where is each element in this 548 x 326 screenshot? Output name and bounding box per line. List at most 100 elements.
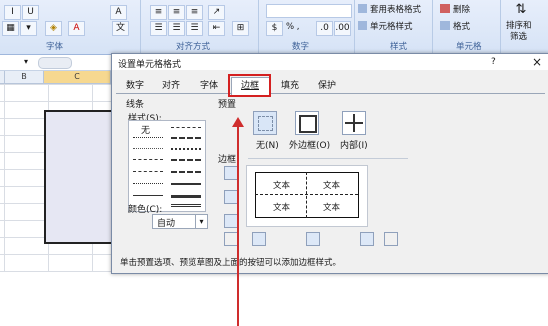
color-combo[interactable]: 自动 ▾ bbox=[152, 214, 208, 229]
group-font-label: 字体 bbox=[46, 42, 64, 52]
increase-decimal-icon[interactable]: .0 bbox=[316, 21, 333, 36]
border-center-button[interactable] bbox=[306, 232, 320, 246]
annotation-arrow-head bbox=[232, 117, 244, 127]
name-box-dropdown-icon[interactable]: ▾ bbox=[24, 57, 28, 66]
line-style-option[interactable] bbox=[171, 159, 201, 161]
align-bottom-icon[interactable]: ≡ bbox=[186, 5, 203, 20]
tab-number[interactable]: 数字 bbox=[120, 79, 150, 93]
border-middle-button[interactable] bbox=[224, 190, 238, 204]
preset-section-label: 预置 bbox=[218, 100, 237, 110]
align-top-icon[interactable]: ≡ bbox=[150, 5, 167, 20]
formula-bar-divider[interactable] bbox=[38, 57, 72, 69]
line-style-option[interactable] bbox=[171, 204, 201, 207]
underline-button[interactable]: U bbox=[22, 5, 39, 20]
italic-button[interactable]: I bbox=[4, 5, 21, 20]
ribbon-separator bbox=[500, 0, 501, 54]
cell-style-button[interactable]: 单元格样式 bbox=[370, 20, 413, 32]
format-button[interactable]: 格式 bbox=[453, 20, 470, 32]
fill-color-icon[interactable]: ◈ bbox=[45, 21, 62, 36]
group-number-label: 数字 bbox=[292, 42, 310, 52]
cell-style-icon bbox=[358, 21, 367, 30]
annotation-arrow bbox=[237, 126, 239, 326]
dropdown-arrow-icon[interactable]: ▾ bbox=[195, 215, 207, 228]
border-right-button[interactable] bbox=[360, 232, 374, 246]
preview-text: 文本 bbox=[273, 203, 291, 213]
number-symbols[interactable]: % , bbox=[286, 22, 299, 32]
line-style-option[interactable] bbox=[133, 148, 163, 149]
number-format-combo[interactable] bbox=[266, 4, 352, 18]
border-bottom-button[interactable] bbox=[224, 214, 238, 228]
preset-inside-button[interactable] bbox=[342, 111, 366, 135]
font-color-icon[interactable]: A bbox=[68, 21, 85, 36]
tab-fill[interactable]: 填充 bbox=[275, 79, 305, 93]
line-style-option[interactable] bbox=[171, 148, 201, 150]
orientation-icon[interactable]: ↗ bbox=[208, 5, 225, 20]
line-style-none[interactable]: 无 bbox=[141, 123, 150, 136]
delete-button[interactable]: 删除 bbox=[453, 3, 470, 15]
preview-text: 文本 bbox=[323, 203, 341, 213]
line-style-option[interactable] bbox=[133, 171, 163, 172]
dialog-title: 设置单元格格式 bbox=[118, 60, 182, 70]
line-style-option[interactable] bbox=[171, 195, 201, 198]
sort-filter-label-2[interactable]: 筛选 bbox=[510, 30, 527, 42]
hint-text: 单击预置选项、预览草图及上面的按钮可以添加边框样式。 bbox=[120, 258, 342, 268]
preset-inside-icon bbox=[345, 122, 363, 124]
align-left-icon[interactable]: ☰ bbox=[150, 21, 167, 36]
dialog-titlebar: 设置单元格格式 ? × bbox=[112, 54, 548, 70]
group-cells-label: 单元格 bbox=[456, 42, 482, 52]
group-align-label: 对齐方式 bbox=[176, 42, 211, 52]
indent-icon[interactable]: ⇤ bbox=[208, 21, 225, 36]
help-icon[interactable]: ? bbox=[491, 57, 496, 67]
phonetic-icon[interactable]: 文 bbox=[112, 21, 129, 36]
border-dropdown-icon[interactable]: ▾ bbox=[20, 21, 37, 36]
align-right-icon[interactable]: ☰ bbox=[186, 21, 203, 36]
decrease-decimal-icon[interactable]: .00 bbox=[334, 21, 351, 36]
preview-inner-horizontal bbox=[255, 194, 358, 195]
preset-none-icon bbox=[258, 116, 273, 131]
line-style-option[interactable] bbox=[133, 195, 163, 196]
line-section-label: 线条 bbox=[126, 100, 145, 110]
border-preview[interactable]: 文本 文本 文本 文本 bbox=[246, 165, 368, 227]
align-center-icon[interactable]: ☰ bbox=[168, 21, 185, 36]
ribbon-separator bbox=[140, 0, 141, 54]
tab-strip-line bbox=[116, 93, 545, 94]
merge-center-icon[interactable]: ⊞ bbox=[232, 21, 249, 36]
format-cells-dialog: 设置单元格格式 ? × 数字 对齐 字体 边框 填充 保护 线条 样式(S): … bbox=[111, 53, 548, 326]
preview-text: 文本 bbox=[323, 181, 341, 191]
line-style-option[interactable] bbox=[133, 159, 163, 160]
border-diagonal-up-button[interactable] bbox=[224, 232, 238, 246]
currency-icon[interactable]: $ bbox=[266, 21, 283, 36]
decrease-font-icon[interactable]: A bbox=[110, 5, 127, 20]
close-icon[interactable]: × bbox=[532, 55, 542, 69]
line-style-option[interactable] bbox=[171, 183, 201, 185]
table-format-button[interactable]: 套用表格格式 bbox=[370, 3, 421, 15]
format-icon bbox=[440, 21, 450, 30]
tab-alignment[interactable]: 对齐 bbox=[156, 79, 186, 93]
border-left-button[interactable] bbox=[252, 232, 266, 246]
line-style-option[interactable] bbox=[171, 171, 201, 173]
line-style-option[interactable] bbox=[133, 183, 163, 184]
sort-filter-icon[interactable]: ⇅ bbox=[512, 2, 530, 18]
align-middle-icon[interactable]: ≡ bbox=[168, 5, 185, 20]
border-section-label: 边框 bbox=[218, 155, 237, 165]
preset-outline-label: 外边框(O) bbox=[289, 141, 331, 151]
preset-inside-label: 内部(I) bbox=[340, 141, 368, 151]
preset-outline-button[interactable] bbox=[295, 111, 319, 135]
preset-none-label: 无(N) bbox=[256, 141, 279, 151]
line-style-list[interactable]: 无 bbox=[128, 120, 206, 212]
line-style-option[interactable] bbox=[171, 137, 201, 139]
borders-icon[interactable]: ▦ bbox=[2, 21, 19, 36]
ribbon: I U ▦ ▾ ◈ A A 文 字体 ≡ ≡ ≡ ↗ ☰ ☰ ☰ ⇤ ⊞ 对齐方… bbox=[0, 0, 548, 55]
delete-icon bbox=[440, 4, 450, 13]
line-style-option[interactable] bbox=[171, 127, 201, 128]
column-header-b[interactable]: B bbox=[5, 71, 44, 83]
preset-none-button[interactable] bbox=[253, 111, 277, 135]
tab-protection[interactable]: 保护 bbox=[312, 79, 342, 93]
column-header-c[interactable]: C bbox=[44, 71, 111, 83]
border-diagonal-down-button[interactable] bbox=[384, 232, 398, 246]
tab-font[interactable]: 字体 bbox=[194, 79, 224, 93]
line-style-option[interactable] bbox=[133, 137, 163, 138]
border-top-button[interactable] bbox=[224, 166, 238, 180]
group-style-label: 样式 bbox=[390, 42, 408, 52]
preset-outline-icon bbox=[299, 115, 317, 133]
